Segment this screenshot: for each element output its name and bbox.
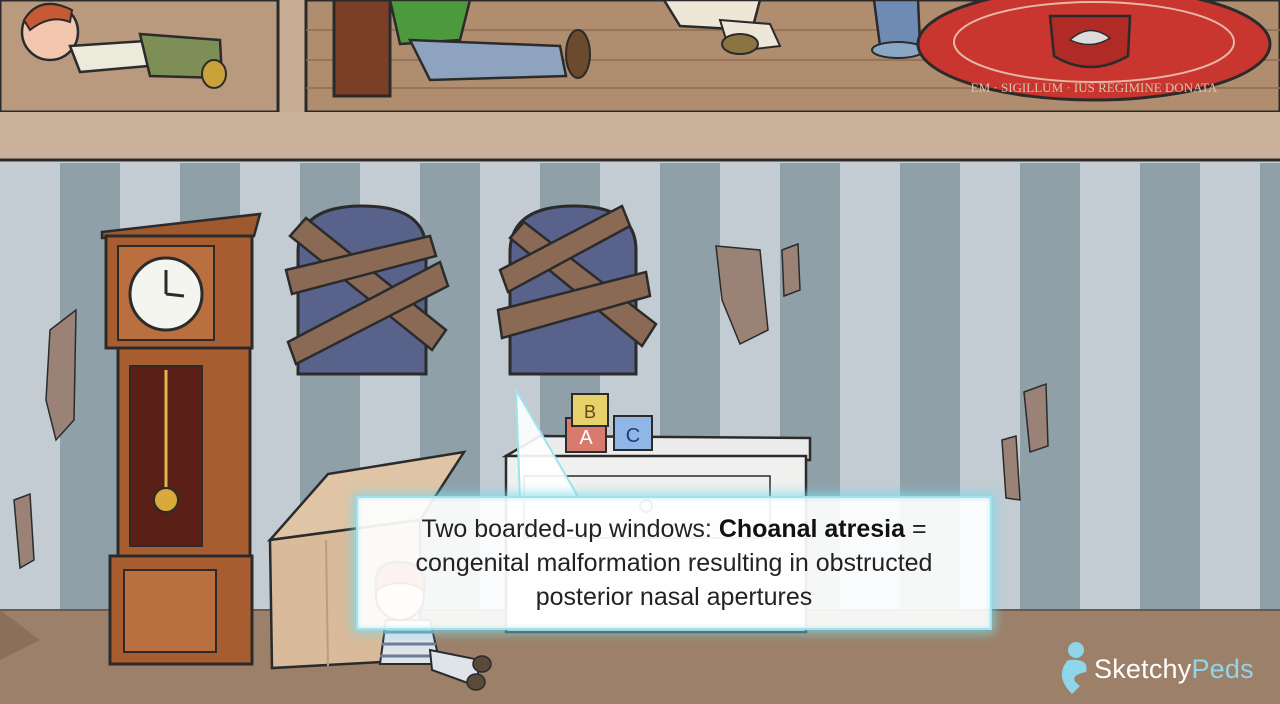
brand-watermark: SketchyPeds — [1062, 642, 1262, 696]
boarded-window-right — [496, 204, 658, 376]
person-standing — [871, 0, 925, 59]
brand-part2: Peds — [1191, 653, 1254, 684]
block-b-label: B — [584, 402, 596, 422]
scene: EM · SIGILLUM · IUS REGIMINE DONATA A B … — [0, 0, 1280, 704]
block-c-label: C — [626, 425, 640, 447]
rug-text: EM · SIGILLUM · IUS REGIMINE DONATA — [971, 80, 1218, 95]
brand-name: SketchyPeds — [1094, 654, 1254, 685]
boarded-window-left — [284, 204, 450, 376]
grandfather-clock — [100, 212, 262, 666]
block-a-label: A — [579, 427, 593, 449]
caption-term: Choanal atresia — [718, 515, 906, 543]
brand-part1: Sketchy — [1094, 653, 1192, 684]
seal-rug: EM · SIGILLUM · IUS REGIMINE DONATA — [916, 0, 1272, 102]
door — [332, 0, 392, 98]
caption-text: Two boarded-up windows: Choanal atresia … — [358, 512, 990, 614]
caption-callout: Two boarded-up windows: Choanal atresia … — [356, 496, 992, 630]
caption-prefix: Two boarded-up windows: — [421, 515, 719, 543]
